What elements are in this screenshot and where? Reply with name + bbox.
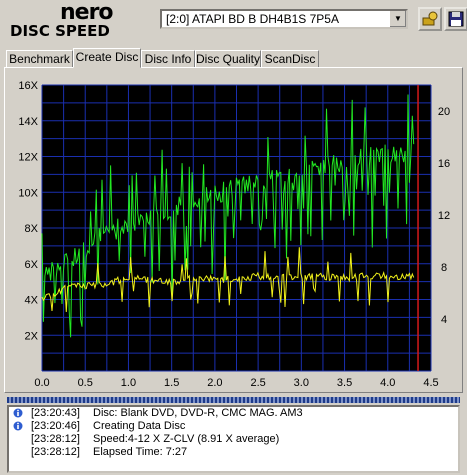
x-tick-label: 1.5 [164,377,179,389]
log-message: Disc: Blank DVD, DVD-R, CMC MAG. AM3 [93,407,303,419]
x-tick-label: 3.5 [337,377,352,389]
y-left-tick-label: 4X [25,295,39,307]
y-left-tick-label: 16X [18,80,38,92]
tab-create-disc[interactable]: Create Disc [73,48,141,68]
write-speed-chart: 0.0 0.5 1.0 1.5 2.0 2.5 3.0 3.5 4.0 4.5 2X 4X 6X 8X 10… [18,80,450,389]
log-time: [23:20:43] [31,407,80,419]
log-message: Creating Data Disc [93,420,186,432]
y-left-tick-label: 10X [18,187,38,199]
y-right-tick-label: 20 [438,106,450,118]
x-tick-label: 1.0 [121,377,136,389]
y-right-tick-label: 4 [441,314,447,326]
y-left-tick-label: 6X [25,259,39,271]
log-row: [23:20:46] Creating Data Disc [9,420,458,433]
info-icon [13,421,23,431]
log-time: [23:20:46] [31,420,80,432]
panel-splitter[interactable] [7,397,460,403]
log-time: [23:28:12] [31,433,80,445]
y-right-tick-label: 8 [441,262,447,274]
x-tick-label: 4.5 [423,377,438,389]
x-tick-label: 3.0 [294,377,309,389]
info-icon [13,408,23,418]
event-log: [23:20:43] Disc: Blank DVD, DVD-R, CMC M… [7,405,460,473]
y-right-tick-label: 16 [438,158,450,170]
x-tick-label: 0.5 [78,377,93,389]
x-tick-label: 4.0 [380,377,395,389]
log-row: [23:28:12] Speed:4-12 X Z-CLV (8.91 X av… [9,433,458,446]
x-tick-label: 0.0 [34,377,49,389]
y-right-tick-label: 12 [438,210,450,222]
x-tick-label: 2.0 [207,377,222,389]
x-tick-label: 2.5 [250,377,265,389]
log-message: Elapsed Time: 7:27 [93,446,188,458]
y-left-tick-label: 12X [18,152,38,164]
log-row: [23:28:12] Elapsed Time: 7:27 [9,446,458,459]
y-left-tick-label: 8X [25,223,39,235]
log-time: [23:28:12] [31,446,80,458]
y-left-tick-label: 14X [18,116,38,128]
log-row: [23:20:43] Disc: Blank DVD, DVD-R, CMC M… [9,407,458,420]
y-left-tick-label: 2X [25,330,39,342]
log-message: Speed:4-12 X Z-CLV (8.91 X average) [93,433,280,445]
